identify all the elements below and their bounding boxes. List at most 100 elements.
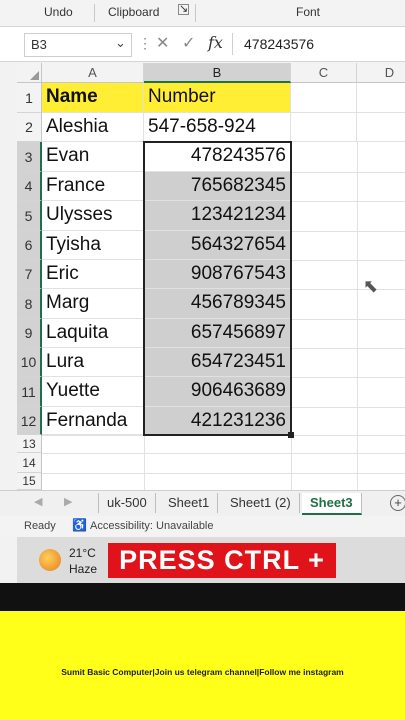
cell-a10[interactable]: Lura	[42, 348, 144, 377]
column-header-d[interactable]: D	[357, 63, 405, 83]
gridline	[292, 319, 405, 320]
formula-input[interactable]: 478243576	[244, 36, 314, 52]
cell-text: 564327654	[190, 234, 286, 255]
cell-b8[interactable]: 456789345	[144, 289, 291, 319]
cell-a9[interactable]: Laquita	[42, 319, 144, 348]
row-header-2[interactable]: 2	[17, 113, 42, 142]
gridline	[292, 377, 405, 378]
worksheet-grid[interactable]: A B C D 1 2 3 4 5 6 7 8 9 10 11 12 13 14…	[17, 63, 405, 490]
cell-b6[interactable]: 564327654	[144, 231, 291, 260]
gridline	[292, 260, 405, 261]
cell-a8[interactable]: Marg	[42, 289, 144, 319]
cell-b10[interactable]: 654723451	[144, 348, 291, 377]
gridline	[292, 172, 405, 173]
cell-b1[interactable]: Number	[144, 83, 291, 113]
sheet-tab-sheet1[interactable]: Sheet1	[160, 493, 219, 513]
select-all-corner[interactable]	[17, 63, 42, 83]
mouse-pointer-icon: ⬉	[363, 276, 379, 296]
undo-group-label[interactable]: Undo	[44, 5, 73, 19]
cell-c2[interactable]	[291, 113, 357, 142]
row-header-12[interactable]: 12	[17, 407, 42, 435]
clipboard-group-label[interactable]: Clipboard	[108, 5, 159, 19]
formula-bar: B3 ⌄ ⋮ ✕ ✓ fx 478243576	[0, 27, 405, 62]
weather-sun-icon[interactable]	[39, 549, 61, 571]
cell-b11[interactable]: 906463689	[144, 377, 291, 407]
cell-text: France	[46, 175, 106, 196]
row-header-10[interactable]: 10	[17, 348, 42, 377]
row-header-4[interactable]: 4	[17, 172, 42, 201]
accessibility-icon[interactable]: ♿	[72, 518, 87, 532]
add-sheet-icon[interactable]: +	[390, 495, 405, 511]
ribbon-divider	[94, 4, 95, 22]
status-ready: Ready	[24, 520, 56, 532]
column-header-c[interactable]: C	[291, 63, 357, 83]
sheet-tab-sheet3[interactable]: Sheet3	[302, 493, 362, 515]
row-header-11[interactable]: 11	[17, 377, 42, 407]
cell-b4[interactable]: 765682345	[144, 172, 291, 201]
row-header-3[interactable]: 3	[17, 142, 42, 172]
cell-a5[interactable]: Ulysses	[42, 201, 144, 231]
cell-a11[interactable]: Yuette	[42, 377, 144, 407]
cell-b3[interactable]: 478243576	[144, 142, 291, 172]
gridline	[42, 453, 405, 454]
more-options-icon[interactable]: ⋮	[138, 35, 152, 52]
cell-a7[interactable]: Eric	[42, 260, 144, 289]
gridline	[357, 142, 358, 490]
weather-condition[interactable]: Haze	[69, 562, 97, 576]
name-box[interactable]: B3 ⌄	[24, 33, 132, 57]
cell-a2[interactable]: Aleshia	[42, 113, 144, 142]
fill-handle[interactable]	[288, 432, 294, 438]
row-header-1[interactable]: 1	[17, 83, 42, 113]
gridline	[144, 435, 145, 490]
cell-d1[interactable]	[357, 83, 405, 113]
cell-d2[interactable]	[357, 113, 405, 142]
chevron-down-icon[interactable]: ⌄	[115, 35, 126, 51]
cell-b9[interactable]: 657456897	[144, 319, 291, 348]
gridline	[42, 473, 405, 474]
cancel-icon[interactable]: ✕	[156, 33, 169, 53]
sheet-tab-sheet1-2[interactable]: Sheet1 (2)	[222, 493, 300, 513]
cell-text: Name	[46, 86, 98, 107]
row-header-9[interactable]: 9	[17, 319, 42, 348]
enter-check-icon[interactable]: ✓	[182, 33, 195, 53]
cell-a4[interactable]: France	[42, 172, 144, 201]
sheet-tab-uk-500[interactable]: uk-500	[98, 493, 156, 513]
row-header-8[interactable]: 8	[17, 289, 42, 319]
cell-b5[interactable]: 123421234	[144, 201, 291, 231]
accessibility-status[interactable]: Accessibility: Unavailable	[90, 520, 214, 532]
insert-function-icon[interactable]: fx	[208, 33, 223, 52]
cell-a12[interactable]: Fernanda	[42, 407, 144, 435]
gridline	[42, 435, 405, 436]
column-header-a[interactable]: A	[42, 63, 144, 83]
cell-text: Yuette	[46, 380, 100, 401]
cell-text: 654723451	[190, 351, 286, 372]
gridline	[292, 231, 405, 232]
cell-b2[interactable]: 547-658-924	[144, 113, 291, 142]
scroll-right-icon[interactable]: ▶	[64, 495, 72, 508]
cell-text: Lura	[46, 351, 85, 372]
font-group-label[interactable]: Font	[296, 5, 320, 19]
cell-b7[interactable]: 908767543	[144, 260, 291, 289]
cell-c1[interactable]	[291, 83, 357, 113]
dialog-launcher-icon[interactable]: ↘	[178, 4, 189, 15]
cell-text: 123421234	[190, 204, 286, 225]
row-header-6[interactable]: 6	[17, 231, 42, 260]
column-header-b[interactable]: B	[144, 63, 291, 83]
cell-a6[interactable]: Tyisha	[42, 231, 144, 260]
cell-a1[interactable]: Name	[42, 83, 144, 113]
sheet-tab-bar: ◀ ▶ uk-500 Sheet1 Sheet1 (2) Sheet3 +	[0, 490, 405, 517]
ribbon-divider	[195, 4, 196, 22]
name-box-value: B3	[31, 37, 47, 52]
row-header-13[interactable]: 13	[17, 435, 42, 453]
cell-b12[interactable]: 421231236	[144, 407, 291, 435]
select-all-icon	[30, 71, 39, 80]
gridline	[292, 407, 405, 408]
row-header-15[interactable]: 15	[17, 473, 42, 490]
row-header-14[interactable]: 14	[17, 453, 42, 473]
row-header-5[interactable]: 5	[17, 201, 42, 231]
row-header-7[interactable]: 7	[17, 260, 42, 289]
cell-a3[interactable]: Evan	[42, 142, 144, 172]
cell-text: Ulysses	[46, 204, 113, 225]
weather-temperature[interactable]: 21°C	[69, 546, 96, 560]
scroll-left-icon[interactable]: ◀	[34, 495, 42, 508]
